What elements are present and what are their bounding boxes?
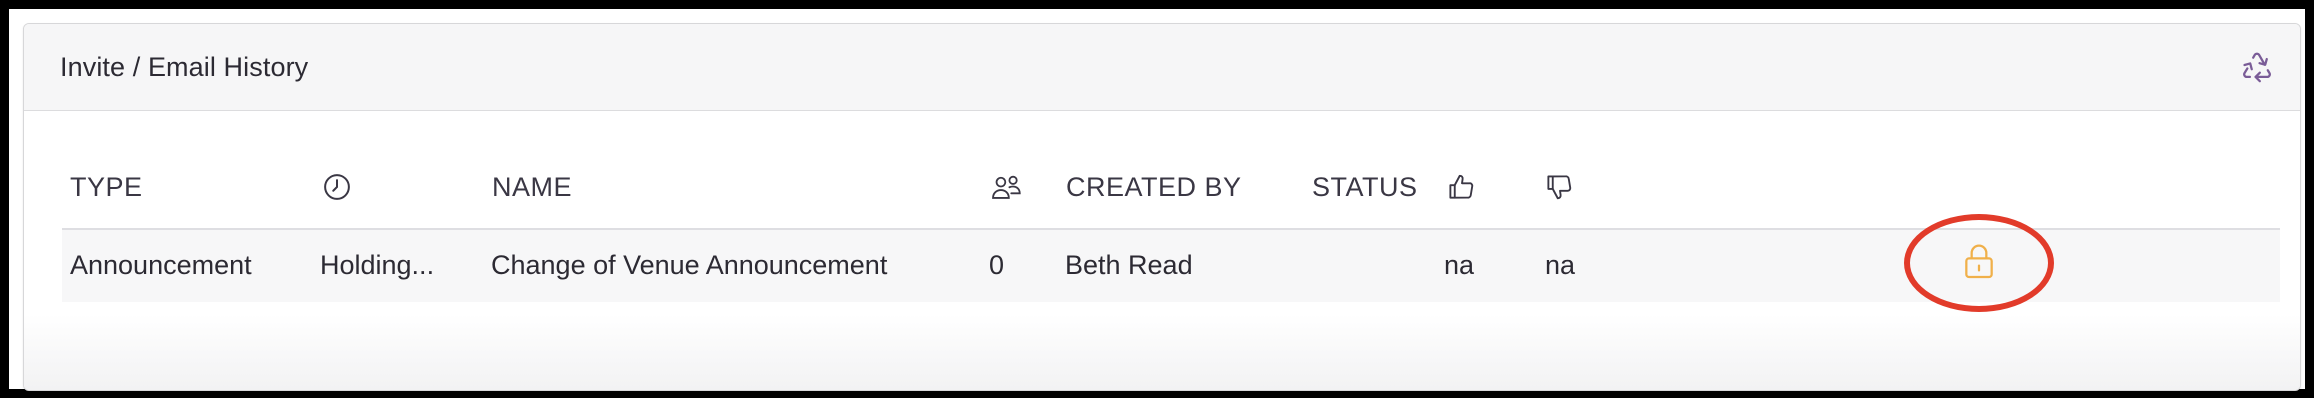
- row-created-by: Beth Read: [1065, 250, 1193, 280]
- clock-icon[interactable]: [322, 172, 352, 202]
- thumbs-up-icon[interactable]: [1446, 172, 1476, 202]
- row-name[interactable]: Change of Venue Announcement: [491, 250, 887, 281]
- panel-header: Invite / Email History: [24, 24, 2300, 111]
- row-dislikes: na: [1545, 250, 1576, 280]
- lock-icon[interactable]: [1963, 242, 1995, 280]
- invite-email-history-panel: Invite / Email History TYPE NAME CREATED…: [23, 23, 2301, 391]
- row-likes: na: [1444, 250, 1475, 280]
- thumbs-down-icon[interactable]: [1544, 172, 1574, 202]
- panel-title: Invite / Email History: [60, 52, 309, 82]
- panel-body-empty-area: [24, 314, 2300, 390]
- people-icon[interactable]: [990, 172, 1024, 202]
- row-time: Holding...: [320, 250, 435, 280]
- recycle-icon[interactable]: [2240, 50, 2274, 84]
- column-status-header[interactable]: STATUS: [1312, 172, 1418, 203]
- status-cell: [1904, 214, 2054, 312]
- column-created-by-header[interactable]: CREATED BY: [1066, 172, 1242, 203]
- row-recipients-count: 0: [989, 250, 1005, 280]
- screenshot-frame: Invite / Email History TYPE NAME CREATED…: [0, 0, 2314, 398]
- row-type: Announcement: [70, 250, 252, 280]
- column-name-header[interactable]: NAME: [492, 172, 572, 203]
- column-type-header[interactable]: TYPE: [70, 172, 143, 203]
